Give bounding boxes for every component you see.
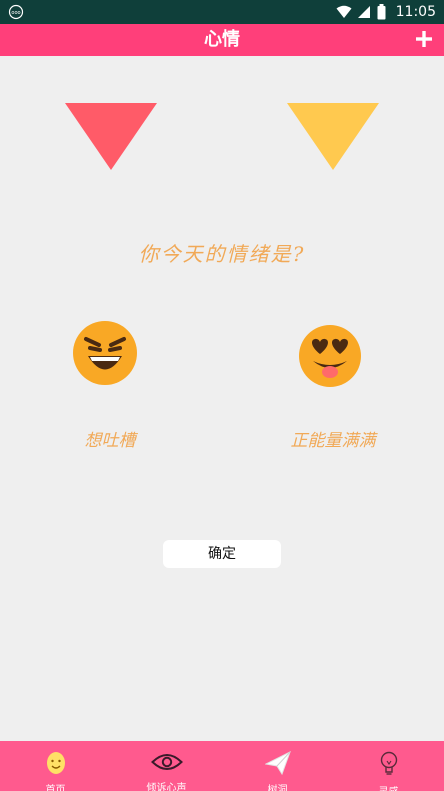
wifi-icon [336,5,352,18]
svg-text:ooo: ooo [11,10,20,16]
nav-label-tree-hole: 树洞 [267,785,288,791]
add-button[interactable] [412,27,436,51]
eye-icon [150,754,183,770]
nav-item-confide[interactable]: 倾诉心声 [111,741,222,791]
nav-item-home[interactable]: 首页 [0,741,111,791]
status-bar: ooo 11:05 [0,0,444,24]
smiley-icon [46,752,65,774]
app-notification-icon: ooo [8,4,24,20]
heart-eyes-face-icon[interactable] [299,325,361,387]
paper-plane-icon [264,751,291,775]
yellow-triangle-decoration [287,103,379,170]
mood-screen: ooo 11:05 心情 你今天的情绪是? 想吐槽 正能量满满 确定 首页 倾诉… [0,0,444,791]
mood-label-vent[interactable]: 想吐槽 [60,429,160,453]
nav-item-tree-hole[interactable]: 树洞 [222,741,333,791]
confirm-button[interactable]: 确定 [163,540,281,568]
nav-label-confide: 倾诉心声 [146,783,187,791]
nav-label-inspiration: 灵感 [379,783,399,791]
mood-label-positive[interactable]: 正能量满满 [268,429,398,453]
lightbulb-icon [380,751,397,775]
battery-icon [377,4,386,20]
nav-label-home: 首页 [45,785,66,791]
plus-icon [416,31,432,47]
app-bar: 心情 [0,24,444,56]
status-time: 11:05 [395,4,436,20]
nav-item-inspiration[interactable]: 灵感 [333,741,444,791]
mood-question: 你今天的情绪是? [138,242,306,266]
red-triangle-decoration [65,103,157,170]
signal-icon [357,6,370,18]
angry-face-icon[interactable] [73,321,137,385]
status-icons: 11:05 [336,0,436,24]
bottom-nav: 首页 倾诉心声 树洞 [0,741,444,791]
page-title: 心情 [204,29,240,50]
